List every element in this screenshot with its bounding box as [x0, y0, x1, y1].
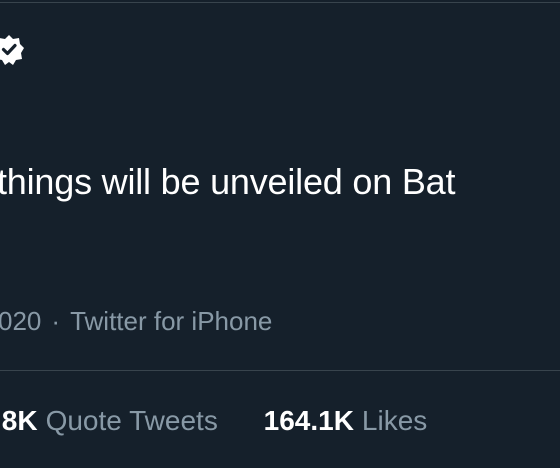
tweet-detail-view: things will be unveiled on Bat 020 · Twitt… [0, 0, 560, 468]
tweet-stats-bar: .8KQuote Tweets 164.1KLikes [0, 402, 427, 440]
likes-label: Likes [361, 405, 428, 436]
tweet-source-link[interactable]: Twitter for iPhone [70, 306, 272, 336]
top-divider [0, 2, 560, 3]
quote-tweets-label: Quote Tweets [45, 405, 218, 436]
tweet-text: things will be unveiled on Bat [0, 161, 456, 202]
metadata-separator: · [51, 306, 61, 336]
likes-count: 164.1K [263, 405, 354, 436]
verified-badge-icon [0, 33, 24, 69]
quote-tweets-count: .8K [0, 405, 38, 436]
likes-stat[interactable]: 164.1K Likes [264, 402, 428, 440]
tweet-metadata: 020 · Twitter for iPhone [0, 303, 272, 339]
quote-tweets-stat[interactable]: .8KQuote Tweets [0, 402, 218, 440]
tweet-timestamp[interactable]: 020 [0, 306, 41, 336]
stats-divider [0, 370, 560, 371]
